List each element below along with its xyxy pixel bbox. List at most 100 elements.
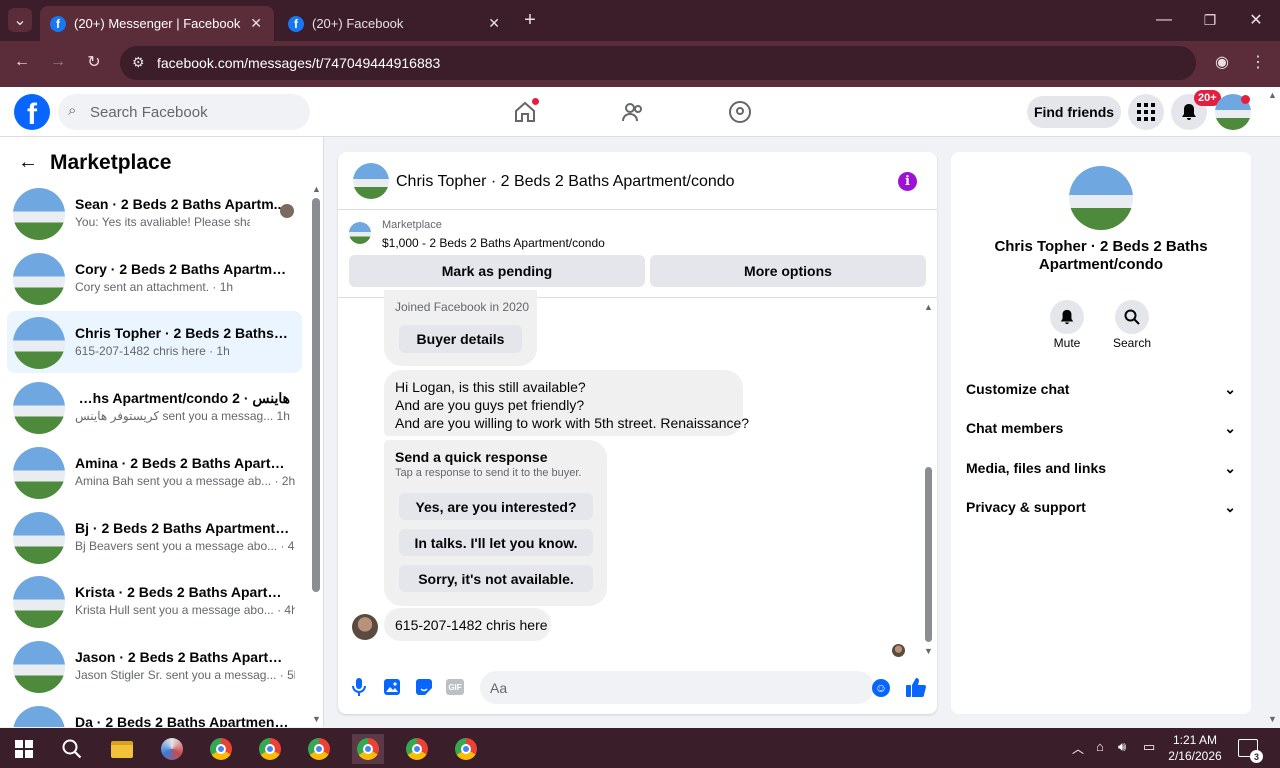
chat-title[interactable]: Chris Topher · 2 Beds 2 Baths Apartment/…: [396, 173, 735, 191]
tab-facebook[interactable]: f (20+) Facebook ✕: [278, 6, 512, 41]
windows-start-icon[interactable]: [8, 734, 40, 764]
conversation-item[interactable]: Bj · 2 Beds 2 Baths Apartment/c... Bj Be…: [7, 506, 302, 568]
search-input[interactable]: ⌕ Search Facebook: [58, 94, 310, 130]
file-explorer-icon[interactable]: [106, 734, 138, 764]
chrome-profile-icon-active[interactable]: [352, 734, 384, 764]
taskbar-search-icon[interactable]: [56, 734, 88, 764]
menu-kebab-icon[interactable]: ⋮: [1246, 50, 1270, 74]
emoji-icon[interactable]: ☺: [872, 679, 890, 697]
quick-response-talks-button[interactable]: In talks. I'll let you know.: [399, 529, 593, 556]
bell-icon: [1060, 309, 1074, 325]
app-icon[interactable]: [156, 734, 188, 764]
customize-chat-section[interactable]: Customize chat ⌄: [966, 381, 1236, 398]
chat-members-section[interactable]: Chat members ⌄: [966, 420, 1236, 437]
conversation-title: Jason · 2 Beds 2 Baths Apartme...: [75, 649, 290, 665]
forward-icon[interactable]: →: [46, 50, 70, 74]
site-info-icon[interactable]: ⚙: [132, 54, 145, 71]
chevron-down-icon: ⌄: [1224, 420, 1236, 436]
address-bar[interactable]: ⚙ facebook.com/messages/t/74704944491688…: [120, 46, 1196, 80]
chat-scroll-up-icon[interactable]: ▲: [924, 302, 933, 312]
section-label: Chat members: [966, 420, 1064, 436]
page-scroll-up-icon[interactable]: ▲: [1268, 90, 1277, 100]
reload-icon[interactable]: ↻: [82, 50, 106, 74]
details-avatar: [1069, 166, 1133, 230]
search-placeholder: Search Facebook: [90, 103, 208, 121]
more-options-button[interactable]: More options: [650, 255, 926, 287]
conversation-item-selected[interactable]: Chris Topher · 2 Beds 2 Baths Ap... 615-…: [7, 311, 302, 373]
notification-count-badge: 3: [1250, 750, 1263, 763]
chrome-profile-icon[interactable]: [401, 734, 433, 764]
chrome-profile-icon[interactable]: [450, 734, 482, 764]
message-line: Hi Logan, is this still available?: [395, 379, 586, 395]
profile-icon[interactable]: ◉: [1210, 50, 1234, 74]
chat-scrollbar[interactable]: [925, 467, 932, 642]
facebook-logo-icon[interactable]: f: [14, 94, 50, 130]
listing-thumbnail: [13, 512, 65, 564]
conversation-item[interactable]: Jason · 2 Beds 2 Baths Apartme... Jason …: [7, 635, 302, 697]
mark-as-pending-button[interactable]: Mark as pending: [349, 255, 645, 287]
home-icon[interactable]: [511, 98, 539, 126]
sender-avatar[interactable]: [352, 614, 378, 640]
friends-icon[interactable]: [619, 98, 647, 126]
chrome-icon[interactable]: [205, 734, 237, 764]
quick-response-sorry-button[interactable]: Sorry, it's not available.: [399, 565, 593, 592]
back-arrow-icon[interactable]: ←: [18, 151, 38, 174]
chat-header: Chris Topher · 2 Beds 2 Baths Apartment/…: [338, 152, 937, 210]
gif-icon[interactable]: GIF: [446, 679, 464, 695]
page-scroll-down-icon[interactable]: ▼: [1268, 714, 1277, 724]
scroll-down-icon[interactable]: ▼: [312, 714, 321, 724]
conversation-item[interactable]: Sean · 2 Beds 2 Baths Apartm... You: Yes…: [7, 182, 302, 244]
marketplace-listing-bar: Marketplace $1,000 - 2 Beds 2 Baths Apar…: [338, 210, 937, 298]
joined-text: Joined Facebook in 2020: [395, 300, 530, 314]
listing-thumbnail: [13, 317, 65, 369]
photo-icon[interactable]: [383, 678, 401, 696]
listing-thumbnail: [13, 253, 65, 305]
listing-title[interactable]: $1,000 - 2 Beds 2 Baths Apartment/condo: [382, 236, 605, 250]
clock[interactable]: 1:21 AM 2/16/2026: [1166, 732, 1224, 764]
like-thumbs-up-icon[interactable]: [905, 676, 927, 698]
groups-icon[interactable]: [726, 98, 754, 126]
quick-response-subtitle: Tap a response to send it to the buyer.: [395, 467, 582, 479]
sidebar-scrollbar[interactable]: [312, 198, 320, 592]
info-icon[interactable]: i: [898, 172, 917, 191]
section-label: Media, files and links: [966, 460, 1107, 476]
close-tab-icon[interactable]: ✕: [488, 15, 500, 32]
tray-chevron-up-icon[interactable]: ︿: [1072, 740, 1084, 757]
volume-icon[interactable]: 🔊︎: [1118, 739, 1126, 755]
listing-thumbnail: [13, 382, 65, 434]
minimize-icon[interactable]: —: [1152, 8, 1176, 32]
privacy-support-section[interactable]: Privacy & support ⌄: [966, 499, 1236, 516]
quick-response-yes-button[interactable]: Yes, are you interested?: [399, 493, 593, 520]
media-files-links-section[interactable]: Media, files and links ⌄: [966, 460, 1236, 477]
restore-icon[interactable]: ❐: [1198, 8, 1222, 32]
chat-avatar[interactable]: [353, 163, 389, 199]
conversation-title: Sean · 2 Beds 2 Baths Apartm...: [75, 196, 286, 212]
menu-grid-icon[interactable]: [1128, 94, 1164, 130]
home-notification-dot: [532, 98, 539, 105]
close-window-icon[interactable]: ✕: [1244, 8, 1268, 32]
tray-device-icon[interactable]: ⌂: [1096, 739, 1104, 754]
message-input[interactable]: Aa ☺: [480, 671, 890, 704]
conversation-item[interactable]: Da · 2 Beds 2 Baths Apartment/...: [7, 700, 302, 727]
sticker-icon[interactable]: [415, 678, 433, 696]
chrome-profile-icon[interactable]: [303, 734, 335, 764]
url-text: facebook.com/messages/t/747049444916883: [157, 55, 441, 71]
conversation-item[interactable]: Amina · 2 Beds 2 Baths Apartme... Amina …: [7, 441, 302, 503]
mute-button[interactable]: [1050, 300, 1084, 334]
buyer-details-button[interactable]: Buyer details: [399, 325, 522, 353]
find-friends-button[interactable]: Find friends: [1027, 96, 1121, 128]
microphone-icon[interactable]: [350, 677, 368, 697]
tab-messenger[interactable]: f (20+) Messenger | Facebook ✕: [40, 6, 274, 41]
scroll-up-icon[interactable]: ▲: [312, 184, 321, 194]
chrome-profile-icon[interactable]: [254, 734, 286, 764]
tab-search-icon[interactable]: ⌄: [8, 8, 32, 32]
conversation-item[interactable]: Krista · 2 Beds 2 Baths Apartme... Krist…: [7, 570, 302, 632]
chat-scroll-down-icon[interactable]: ▼: [924, 646, 933, 656]
conversation-item[interactable]: Cory · 2 Beds 2 Baths Apartmen... Cory s…: [7, 247, 302, 309]
network-icon[interactable]: ▭: [1143, 739, 1155, 755]
close-tab-icon[interactable]: ✕: [250, 15, 262, 32]
search-in-chat-button[interactable]: [1115, 300, 1149, 334]
new-tab-icon[interactable]: +: [518, 8, 542, 32]
back-icon[interactable]: ←: [10, 50, 34, 74]
conversation-item[interactable]: هاينس · 2 Beds 2 Baths Apartment/condo ك…: [7, 376, 302, 438]
